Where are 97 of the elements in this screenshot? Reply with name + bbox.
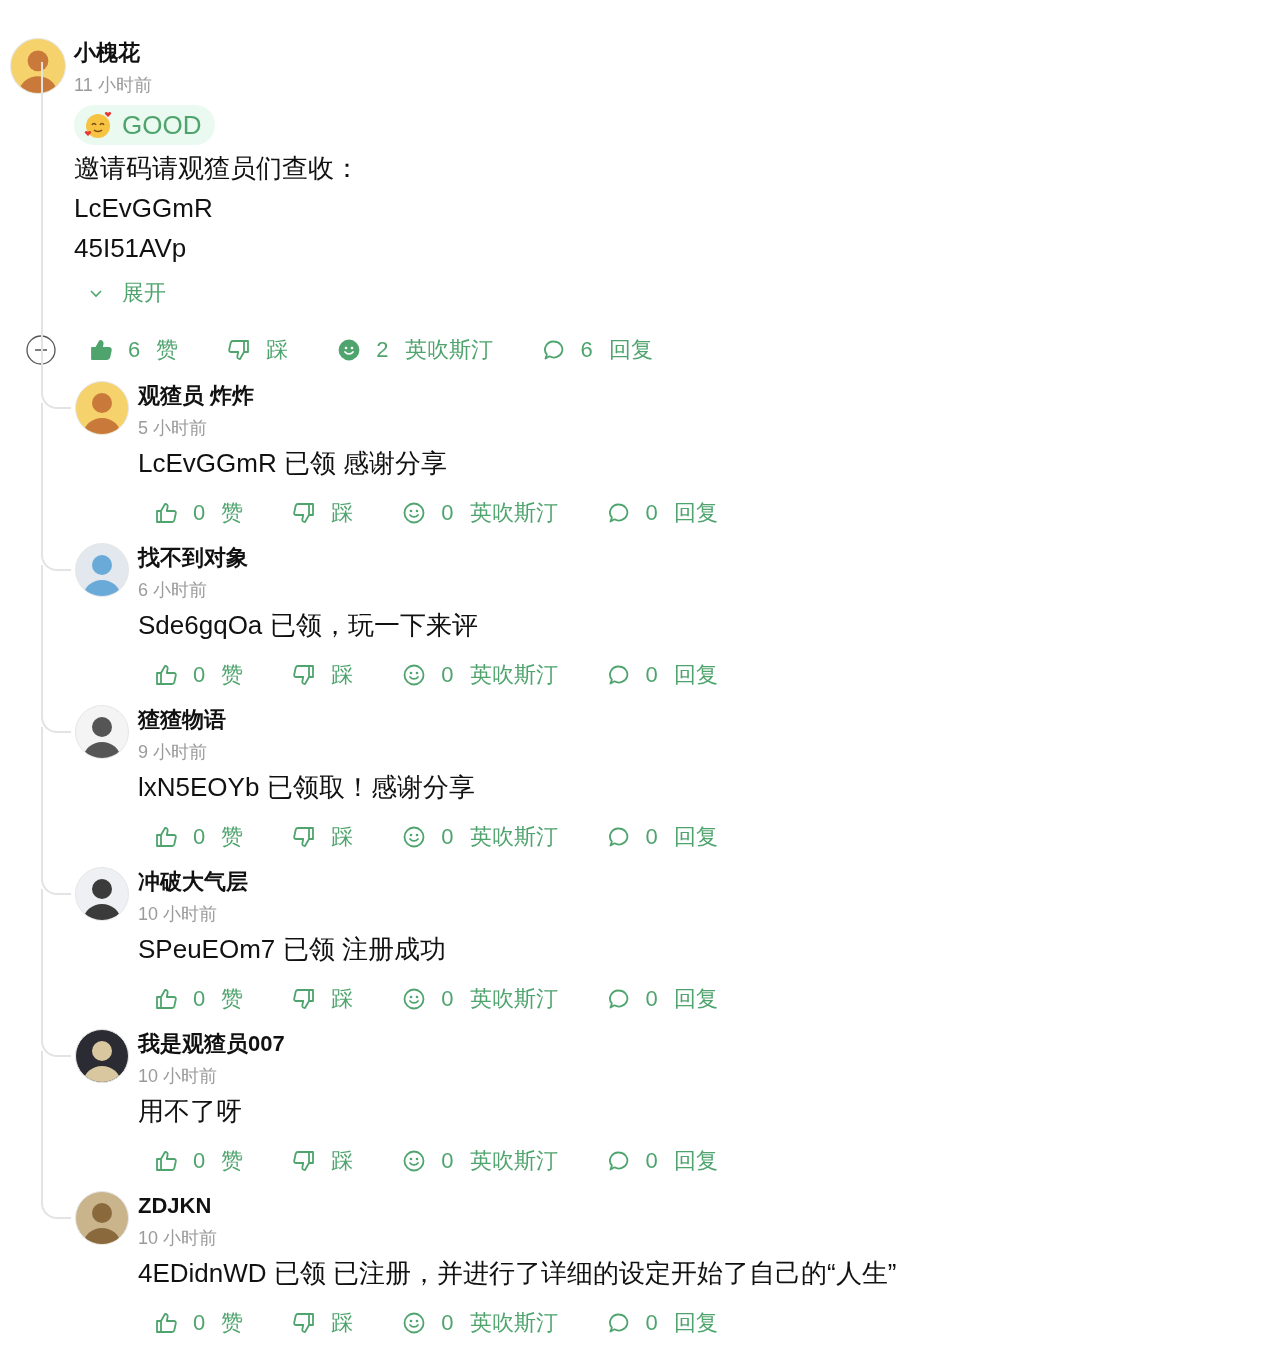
dislike-label[interactable]: 踩 xyxy=(331,660,354,690)
author-name[interactable]: 找不到对象 xyxy=(138,543,1278,573)
author-name[interactable]: ZDJKN xyxy=(138,1191,1278,1221)
comment-text: 45I51AVp xyxy=(74,232,188,265)
reply-count[interactable]: 0 xyxy=(645,662,658,688)
reaction-label[interactable]: 英吹斯汀 xyxy=(469,1308,558,1338)
reaction-count[interactable]: 0 xyxy=(441,986,454,1012)
avatar xyxy=(75,381,129,435)
reaction-count[interactable]: 0 xyxy=(441,1148,454,1174)
reaction-label[interactable]: 英吹斯汀 xyxy=(404,335,493,365)
reply-count[interactable]: 0 xyxy=(645,500,658,526)
expand-button[interactable]: 展开 xyxy=(74,273,172,313)
like-label[interactable]: 赞 xyxy=(221,498,244,528)
like-count[interactable]: 0 xyxy=(193,986,206,1012)
reply-count[interactable]: 6 xyxy=(580,337,593,363)
chat-bubble-icon xyxy=(607,502,630,524)
chat-bubble-icon xyxy=(607,1312,630,1334)
like-label[interactable]: 赞 xyxy=(221,822,244,852)
thumbs-down-icon xyxy=(293,826,316,848)
chat-bubble-icon xyxy=(607,1150,630,1172)
chat-bubble-icon xyxy=(607,664,630,686)
reply-label[interactable]: 回复 xyxy=(673,1146,718,1176)
reaction-count[interactable]: 0 xyxy=(441,662,454,688)
reply-text: 4EDidnWD 已领 已注册，并进行了详细的设定开始了自己的“人生” xyxy=(138,1257,898,1290)
timestamp: 10 小时前 xyxy=(138,1227,219,1250)
reply-count[interactable]: 0 xyxy=(645,986,658,1012)
collapse-icon[interactable] xyxy=(26,335,56,365)
dislike-label[interactable]: 踩 xyxy=(331,1146,354,1176)
reply-text: 用不了呀 xyxy=(138,1095,243,1128)
thumbs-down-icon xyxy=(293,1150,316,1172)
reply-text: LcEvGGmR 已领 感谢分享 xyxy=(138,447,449,480)
timestamp: 10 小时前 xyxy=(138,1065,219,1088)
like-count[interactable]: 0 xyxy=(193,1148,206,1174)
reply-label[interactable]: 回复 xyxy=(673,660,718,690)
chat-bubble-icon xyxy=(607,826,630,848)
author-name[interactable]: 猹猹物语 xyxy=(138,705,1278,735)
thumbs-down-icon xyxy=(293,664,316,686)
like-label[interactable]: 赞 xyxy=(221,1308,244,1338)
comment-text: LcEvGGmR xyxy=(74,192,214,225)
reaction-label[interactable]: 英吹斯汀 xyxy=(469,822,558,852)
thumbs-down-icon xyxy=(293,502,316,524)
like-count[interactable]: 0 xyxy=(193,1310,206,1336)
timestamp: 9 小时前 xyxy=(138,741,208,764)
dislike-label[interactable]: 踩 xyxy=(331,984,354,1014)
dislike-label[interactable]: 踩 xyxy=(331,498,354,528)
reply-label[interactable]: 回复 xyxy=(673,498,718,528)
author-name[interactable]: 观猹员 炸炸 xyxy=(138,381,1278,411)
timestamp: 10 小时前 xyxy=(138,903,219,926)
timestamp: 6 小时前 xyxy=(138,579,208,602)
comment-text: 邀请码请观猹员们查收： xyxy=(74,152,361,185)
like-count[interactable]: 0 xyxy=(193,500,206,526)
author-name[interactable]: 冲破大气层 xyxy=(138,867,1278,897)
author-name[interactable]: 小槐花 xyxy=(74,38,1278,68)
reply-label[interactable]: 回复 xyxy=(608,335,653,365)
reaction-label[interactable]: 英吹斯汀 xyxy=(469,984,558,1014)
avatar xyxy=(10,38,66,94)
chat-bubble-icon xyxy=(542,339,565,361)
reply-label[interactable]: 回复 xyxy=(673,984,718,1014)
timestamp: 11 小时前 xyxy=(74,74,153,97)
dislike-label[interactable]: 踩 xyxy=(266,335,289,365)
chat-bubble-icon xyxy=(607,988,630,1010)
emoji-icon xyxy=(84,110,114,140)
reaction-label[interactable]: 英吹斯汀 xyxy=(469,498,558,528)
like-label[interactable]: 赞 xyxy=(221,984,244,1014)
reaction-label[interactable]: 英吹斯汀 xyxy=(469,660,558,690)
thumbs-down-icon xyxy=(293,1312,316,1334)
reply-label[interactable]: 回复 xyxy=(673,1308,718,1338)
reaction-label[interactable]: 英吹斯汀 xyxy=(469,1146,558,1176)
like-count[interactable]: 0 xyxy=(193,824,206,850)
reply-count[interactable]: 0 xyxy=(645,1148,658,1174)
avatar xyxy=(75,543,129,597)
avatar xyxy=(75,1191,129,1245)
reaction-count[interactable]: 0 xyxy=(441,500,454,526)
like-count[interactable]: 0 xyxy=(193,662,206,688)
avatar xyxy=(75,867,129,921)
reaction-count[interactable]: 0 xyxy=(441,824,454,850)
timestamp: 5 小时前 xyxy=(138,417,208,440)
thumbs-down-icon xyxy=(228,339,251,361)
reply-text: Sde6gqOa 已领，玩一下来评 xyxy=(138,609,479,642)
like-label[interactable]: 赞 xyxy=(221,1146,244,1176)
reply-text: SPeuEOm7 已领 注册成功 xyxy=(138,933,447,966)
rating-badge: GOOD xyxy=(74,105,216,145)
avatar xyxy=(75,1029,129,1083)
reply-count[interactable]: 0 xyxy=(645,824,658,850)
like-count[interactable]: 6 xyxy=(128,337,141,363)
reaction-count[interactable]: 0 xyxy=(441,1310,454,1336)
reply-label[interactable]: 回复 xyxy=(673,822,718,852)
author-name[interactable]: 我是观猹员007 xyxy=(138,1029,1278,1059)
reply-count[interactable]: 0 xyxy=(645,1310,658,1336)
thumbs-down-icon xyxy=(293,988,316,1010)
reaction-count[interactable]: 2 xyxy=(376,337,389,363)
like-label[interactable]: 赞 xyxy=(221,660,244,690)
dislike-label[interactable]: 踩 xyxy=(331,822,354,852)
avatar xyxy=(75,705,129,759)
reply-text: lxN5EOYb 已领取！感谢分享 xyxy=(138,771,476,804)
like-label[interactable]: 赞 xyxy=(156,335,179,365)
dislike-label[interactable]: 踩 xyxy=(331,1308,354,1338)
